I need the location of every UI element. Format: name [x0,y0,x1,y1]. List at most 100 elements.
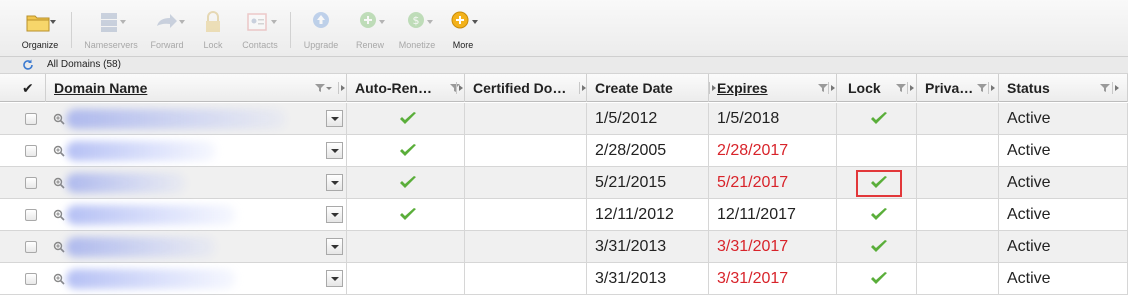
column-menu-icon[interactable] [907,82,916,94]
chevron-down-icon[interactable] [326,87,332,90]
filter-icon[interactable] [1100,83,1110,93]
auto-renew-cell [347,263,465,295]
domain-name-cell[interactable] [46,263,347,295]
create-date-cell: 3/31/2013 [587,231,709,263]
certified-domain-cell [465,135,587,167]
filter-icon[interactable] [896,83,906,93]
privacy-cell [917,167,999,199]
row-checkbox[interactable] [25,113,37,125]
lock-button[interactable]: Lock [196,9,230,53]
column-menu-icon[interactable] [828,82,837,94]
column-label: Auto-Ren… [355,80,432,96]
column-menu-icon[interactable] [579,82,588,94]
checkmark-icon [871,240,887,252]
organize-label: Organize [21,40,59,50]
domain-name-cell[interactable] [46,167,347,199]
forward-button[interactable]: Forward [146,9,188,53]
redacted-domain-name [66,205,236,225]
nameservers-label: Nameservers [84,40,138,50]
row-checkbox[interactable] [25,209,37,221]
organize-button[interactable]: Organize [14,9,66,53]
column-menu-icon[interactable] [456,82,465,94]
column-label: Lock [848,80,881,96]
table-row[interactable]: 12/11/2012 12/11/2017 Active [0,199,1128,231]
privacy-cell [917,103,999,135]
column-label: Expires [717,80,768,96]
redacted-domain-name [66,109,286,129]
column-header-domain-name[interactable]: Domain Name [46,74,347,102]
renew-label: Renew [355,40,384,50]
grid-header: ✔ Domain Name Auto-Ren… Certified Do… Cr… [0,74,1128,102]
refresh-icon[interactable] [22,59,34,71]
table-row[interactable]: 3/31/2013 3/31/2017 Active [0,231,1128,263]
column-menu-icon[interactable] [338,82,347,94]
upgrade-button[interactable]: Upgrade [298,9,344,53]
column-header-create-date[interactable]: Create Date [587,74,709,102]
status-cell: Active [999,103,1128,135]
forward-arrow-icon [157,14,177,28]
redacted-domain-name [66,237,216,257]
chevron-down-icon [427,20,433,24]
lock-cell [837,135,917,167]
monetize-button[interactable]: $ Monetize [395,9,439,53]
table-row[interactable]: 2/28/2005 2/28/2017 Active [0,135,1128,167]
toolbar: Organize Nameservers Forward Lock Contac… [0,0,1128,57]
column-header-certified-domain[interactable]: Certified Do… [465,74,587,102]
certified-domain-cell [465,263,587,295]
column-menu-icon[interactable] [709,82,718,94]
table-row[interactable]: 3/31/2013 3/31/2017 Active [0,263,1128,295]
plus-circle-icon [451,11,469,29]
domain-name-cell[interactable] [46,199,347,231]
checkmark-icon [400,208,416,220]
domain-actions-dropdown[interactable] [326,270,343,287]
filter-icon[interactable] [818,83,828,93]
select-all-header[interactable]: ✔ [0,74,46,102]
expires-cell: 1/5/2018 [709,103,837,135]
privacy-cell [917,199,999,231]
domain-actions-dropdown[interactable] [326,174,343,191]
create-date-cell: 2/28/2005 [587,135,709,167]
certified-domain-cell [465,199,587,231]
up-arrow-circle-icon [313,12,329,28]
row-checkbox[interactable] [25,241,37,253]
domain-actions-dropdown[interactable] [326,110,343,127]
chevron-down-icon [472,20,478,24]
select-all-check-icon: ✔ [22,80,34,96]
domain-actions-dropdown[interactable] [326,238,343,255]
status-cell: Active [999,199,1128,231]
filter-icon[interactable] [977,83,987,93]
column-menu-icon[interactable] [1112,82,1121,94]
all-domains-label[interactable]: All Domains (58) [47,59,121,70]
table-row[interactable]: 5/21/2015 5/21/2017 Active [0,167,1128,199]
renew-button[interactable]: Renew [350,9,390,53]
domain-actions-dropdown[interactable] [326,206,343,223]
more-button[interactable]: More [444,9,482,53]
toolbar-separator [290,12,291,48]
auto-renew-cell [347,167,465,199]
filter-icon[interactable] [315,83,325,93]
dollar-circle-icon: $ [408,12,424,28]
row-checkbox[interactable] [25,273,37,285]
column-menu-icon[interactable] [988,82,997,94]
nameservers-button[interactable]: Nameservers [80,9,142,53]
domain-name-cell[interactable] [46,135,347,167]
chevron-down-icon [50,20,56,24]
certified-domain-cell [465,167,587,199]
row-checkbox[interactable] [25,177,37,189]
contacts-button[interactable]: Contacts [237,9,283,53]
domain-name-cell[interactable] [46,103,347,135]
domain-actions-dropdown[interactable] [326,142,343,159]
forward-label: Forward [150,40,184,50]
toolbar-separator [71,12,72,48]
expires-cell: 3/31/2017 [709,263,837,295]
auto-renew-cell [347,199,465,231]
row-checkbox[interactable] [25,145,37,157]
expires-cell: 3/31/2017 [709,231,837,263]
renew-circle-icon [360,12,376,28]
status-cell: Active [999,263,1128,295]
expires-cell: 2/28/2017 [709,135,837,167]
column-header-auto-renew[interactable]: Auto-Ren… [347,74,465,102]
table-row[interactable]: 1/5/2012 1/5/2018 Active [0,103,1128,135]
create-date-cell: 3/31/2013 [587,263,709,295]
domain-name-cell[interactable] [46,231,347,263]
